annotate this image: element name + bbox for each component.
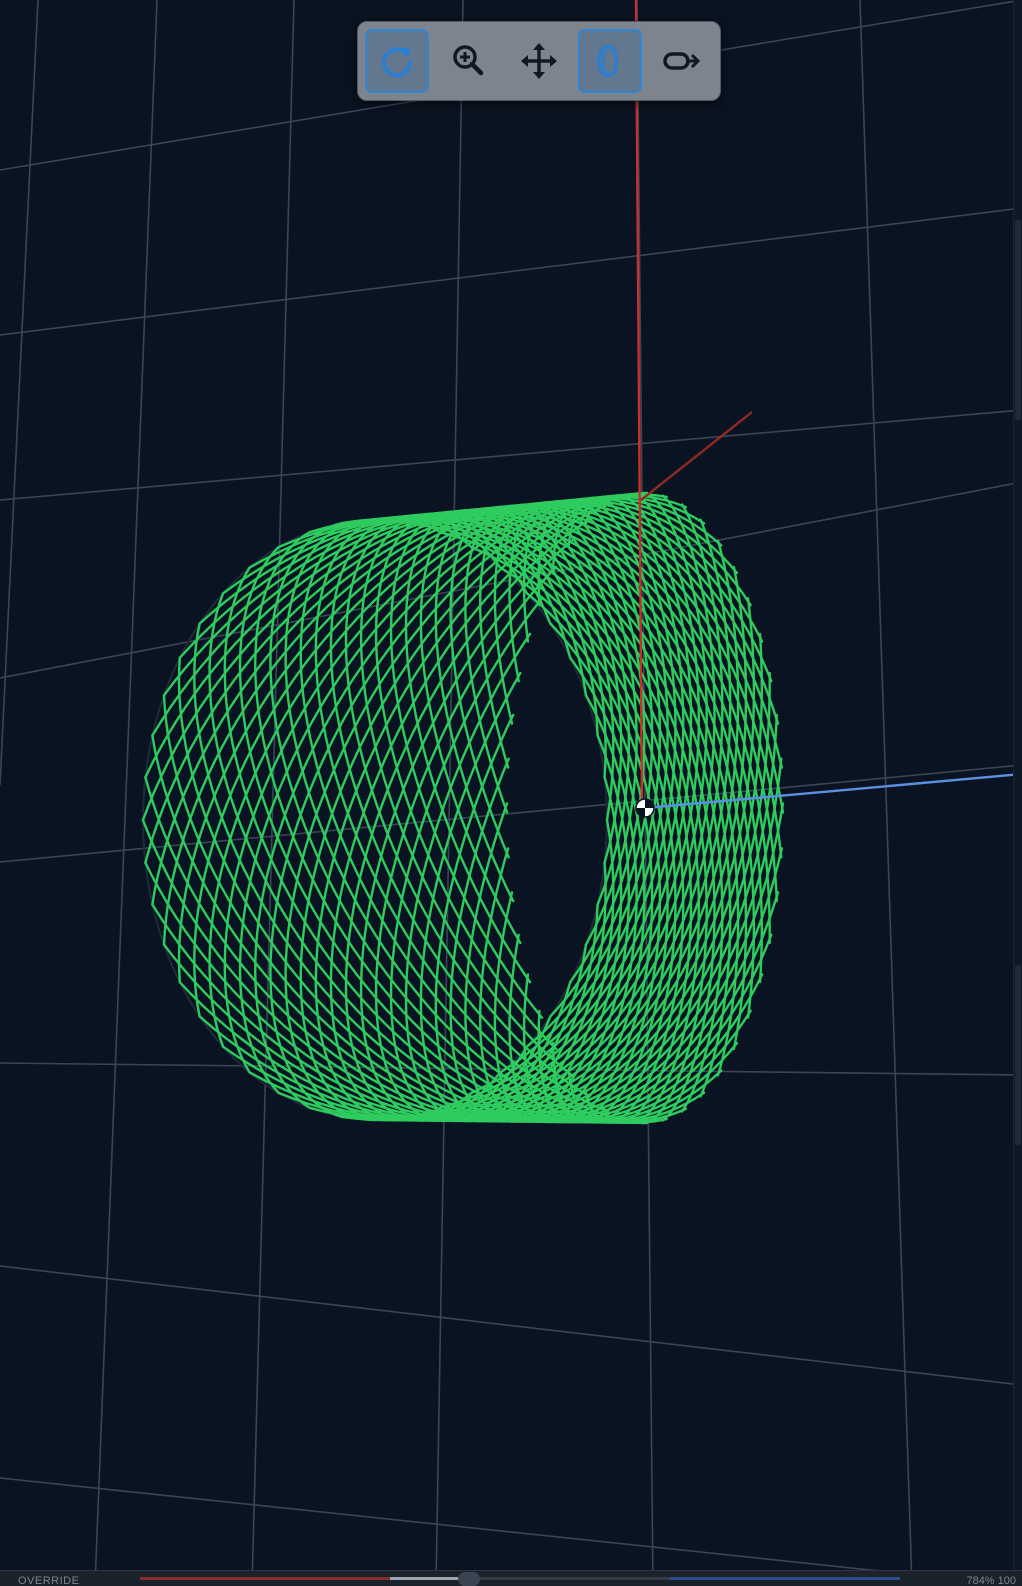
- 3d-viewport[interactable]: [0, 0, 1022, 1586]
- 3d-viewport-app: OVERRIDE 784% 100: [0, 0, 1022, 1586]
- rotate-icon: [382, 47, 412, 78]
- zoom-tool-button[interactable]: [436, 29, 500, 93]
- status-zoom-readout: 784% 100: [966, 1575, 1016, 1586]
- scrollbar-thumb[interactable]: [1015, 220, 1021, 420]
- fly-tool-button[interactable]: [649, 29, 713, 93]
- timeline-slider[interactable]: [140, 1577, 900, 1580]
- rotate-tool-button[interactable]: [365, 29, 429, 93]
- scrollbar-thumb[interactable]: [1015, 965, 1021, 1145]
- viewport-scrollbar[interactable]: [1013, 0, 1022, 1586]
- origin-target-icon[interactable]: [635, 798, 655, 818]
- move-icon: [521, 43, 557, 79]
- perspective-tool-button[interactable]: [578, 29, 642, 93]
- slider-range-red: [140, 1577, 390, 1580]
- zoom-in-icon: [453, 45, 484, 76]
- slider-knob[interactable]: [458, 1572, 480, 1586]
- status-bar: OVERRIDE 784% 100: [0, 1570, 1022, 1586]
- perspective-icon: [597, 45, 619, 77]
- slider-range-blue: [670, 1577, 900, 1580]
- status-mode-label: OVERRIDE: [18, 1575, 80, 1586]
- camera-fly-icon: [663, 52, 701, 70]
- view-toolbar: [357, 21, 721, 101]
- pan-tool-button[interactable]: [507, 29, 571, 93]
